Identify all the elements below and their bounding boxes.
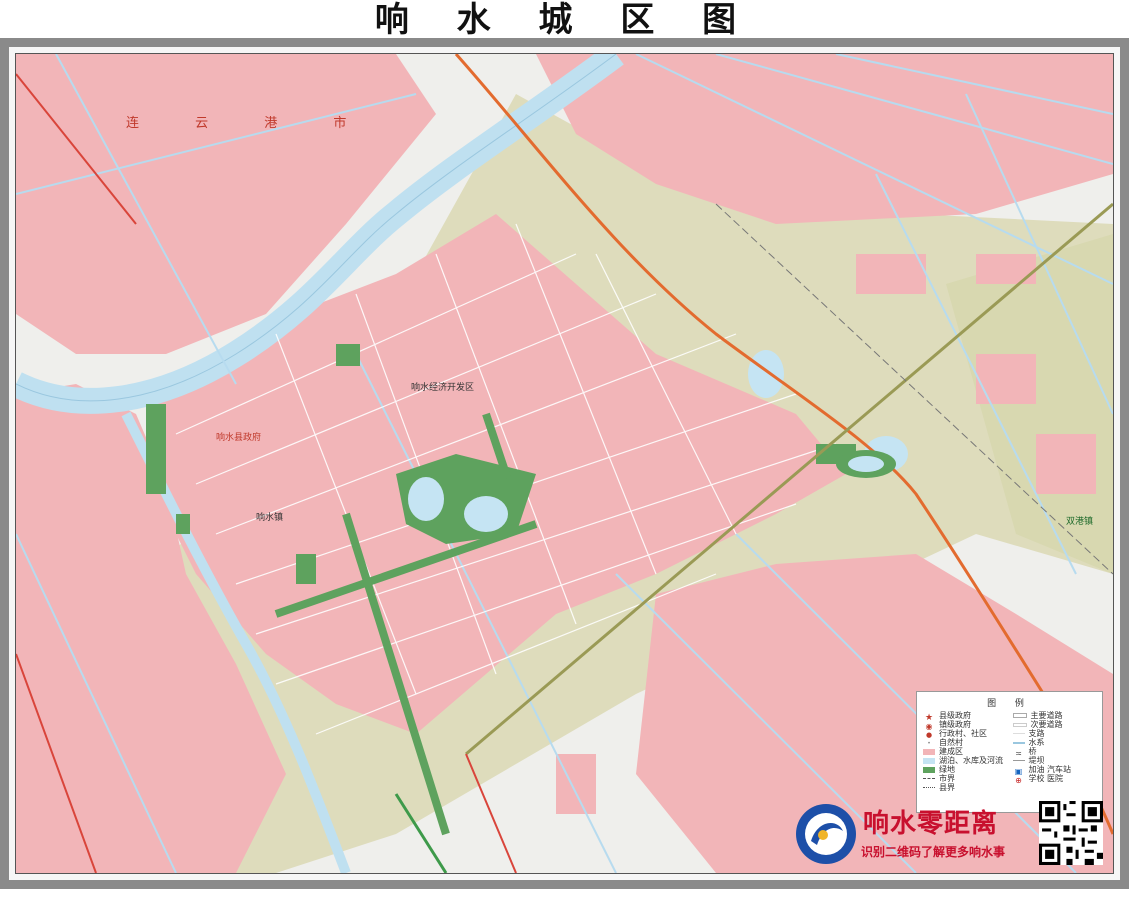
bridge-icon: ≍ [1015, 748, 1022, 758]
map-frame: 连 云 港 市 响水县政府 响水经济开发区 响水镇 双港镇 图 例 ★ 县级政府 … [0, 38, 1129, 889]
map-canvas[interactable]: 连 云 港 市 响水县政府 响水经济开发区 响水镇 双港镇 图 例 ★ 县级政府 … [15, 53, 1114, 874]
small-dot-icon: • [927, 739, 931, 747]
brand-logo-icon [796, 804, 856, 864]
legend-item: 支路 [1012, 729, 1097, 738]
legend-right-column: 主要道路 次要道路 支路 水系 ≍ 桥 堤坝 ▣ 加油 汽车站 ⊕ 学校 医院 [1012, 711, 1097, 792]
legend-item: 湖泊、水库及河流 [923, 756, 1007, 765]
legend-item: 绿地 [923, 765, 1007, 774]
green-swatch [923, 766, 935, 773]
school-icon: ⊕ [1015, 775, 1022, 785]
legend-grid: ★ 县级政府 ◉ 镇级政府 ● 行政村、社区 • 自然村 建成区 湖泊、水库及河流 绿地… [917, 711, 1102, 792]
city-boundary-swatch [923, 778, 935, 779]
legend-item: ≍ 桥 [1013, 747, 1097, 758]
brand-name: 响水零距离 [863, 809, 999, 839]
water-swatch [923, 757, 935, 764]
star-icon: ★ [924, 712, 934, 723]
dike-swatch [1012, 760, 1025, 761]
region-label: 连 云 港 市 [126, 116, 373, 131]
dot-icon: ● [925, 730, 933, 739]
legend-left-column: ★ 县级政府 ◉ 镇级政府 ● 行政村、社区 • 自然村 建成区 湖泊、水库及河流 绿地… [923, 711, 1007, 792]
legend-title: 图 例 [987, 699, 1032, 709]
main-road-swatch [1012, 713, 1027, 718]
dev-zone-label: 响水经济开发区 [411, 383, 475, 393]
legend-label: 学校 医院 [1028, 774, 1064, 783]
town-label-a: 响水镇 [256, 513, 284, 523]
legend-item: 市界 [923, 774, 1007, 783]
legend-item: • 自然村 [923, 738, 1007, 747]
brand-subtitle: 识别二维码了解更多响水事 [861, 845, 1006, 859]
map-title: 响 水 城 区 图 [374, 0, 755, 40]
brand-banner[interactable]: 响水零距离 识别二维码了解更多响水事 [793, 801, 1103, 869]
qr-code-icon[interactable] [1039, 801, 1103, 865]
built-up-swatch [923, 748, 935, 755]
circle-icon: ◉ [925, 721, 933, 731]
legend-item: 水系 [1012, 738, 1097, 747]
fuel-icon: ▣ [1014, 766, 1023, 776]
legend-item: ● 行政村、社区 [923, 729, 1007, 739]
county-boundary-swatch [923, 787, 935, 788]
legend-item: 县界 [923, 783, 1007, 792]
branch-road-swatch [1012, 733, 1025, 734]
legend-item: ⊕ 学校 医院 [1013, 774, 1097, 785]
map-legend: 图 例 ★ 县级政府 ◉ 镇级政府 ● 行政村、社区 • 自然村 建成区 湖泊、水库及河… [916, 691, 1103, 813]
legend-label: 县界 [939, 783, 955, 792]
secondary-road-swatch [1012, 722, 1027, 727]
town-label-b: 双港镇 [1066, 517, 1094, 527]
legend-item: 次要道路 [1012, 720, 1097, 729]
waterway-swatch [1012, 741, 1025, 744]
county-gov-label: 响水县政府 [216, 433, 262, 443]
